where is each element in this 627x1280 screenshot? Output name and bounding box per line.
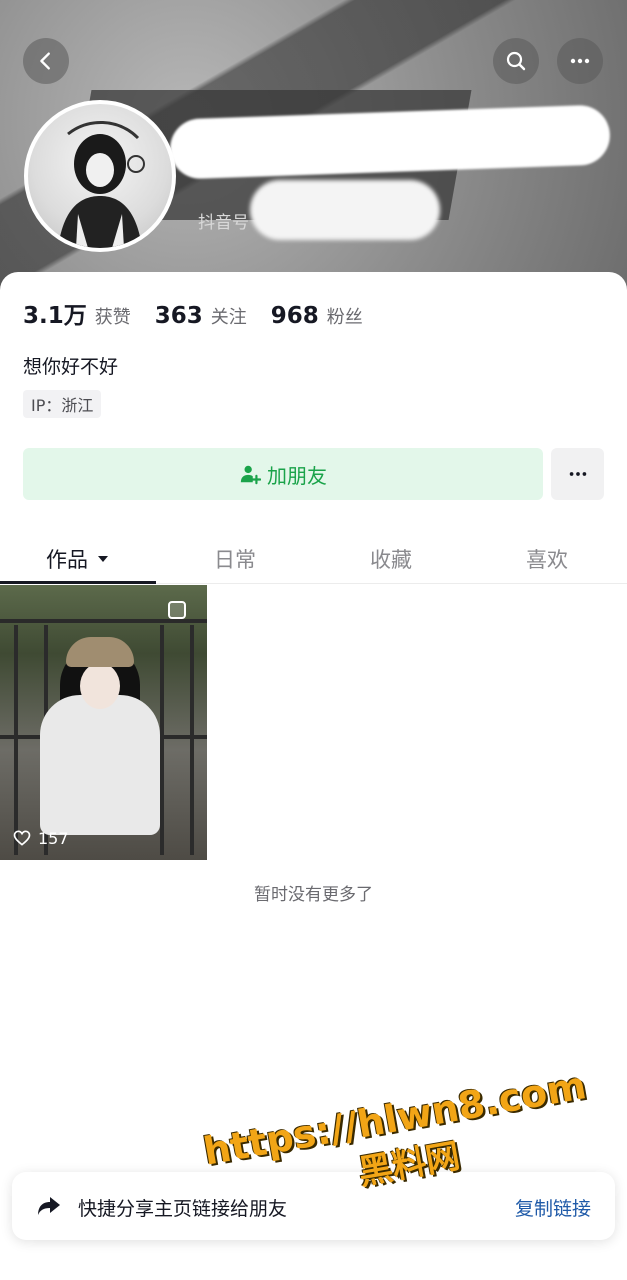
tab-likes[interactable]: 喜欢: [469, 534, 625, 584]
tab-daily[interactable]: 日常: [157, 534, 313, 584]
tab-daily-label: 日常: [214, 548, 256, 572]
share-arrow-icon: [36, 1194, 62, 1218]
tab-likes-label: 喜欢: [526, 548, 568, 572]
more-options-button[interactable]: [557, 38, 603, 84]
thumbnail-figure-face: [80, 663, 120, 709]
stat-likes-label: 获赞: [94, 307, 131, 328]
thumbnail-bar: [190, 625, 194, 855]
more-horizontal-icon: [570, 58, 590, 64]
thumbnail-figure-cap: [66, 637, 134, 667]
more-horizontal-icon: [569, 472, 586, 476]
douyin-id-label: 抖音号: [198, 213, 249, 233]
stats-row: 3.1万 获赞 363 关注 968 粉丝: [23, 296, 387, 330]
avatar-illustration-icon: [58, 121, 145, 248]
stat-following-value: 363: [154, 303, 203, 329]
ip-location-tag: IP：浙江: [23, 390, 102, 418]
stat-followers-value: 968: [270, 303, 319, 329]
thumbnail-rail: [0, 619, 207, 623]
stat-likes-value: 3.1万: [23, 303, 87, 329]
heart-icon: [13, 830, 31, 846]
back-button[interactable]: [23, 38, 69, 84]
tab-favorites[interactable]: 收藏: [313, 534, 469, 584]
tab-works[interactable]: 作品: [0, 534, 156, 584]
select-checkbox[interactable]: [168, 601, 186, 619]
add-friend-label: 加朋友: [267, 463, 327, 488]
profile-bio: 想你好不好: [23, 356, 119, 378]
active-tab-indicator: [0, 581, 156, 584]
stat-following-label: 关注: [210, 307, 247, 328]
video-like-count: 157: [12, 828, 69, 848]
stat-followers[interactable]: 968 粉丝: [271, 303, 363, 329]
add-friend-button[interactable]: 加朋友: [23, 448, 543, 500]
chevron-left-icon: [40, 52, 50, 70]
video-thumbnail[interactable]: 157: [0, 585, 207, 860]
tab-favorites-label: 收藏: [370, 548, 412, 572]
caret-down-icon: [98, 556, 108, 562]
stat-followers-label: 粉丝: [326, 307, 363, 328]
avatar[interactable]: [24, 100, 176, 252]
stat-following[interactable]: 363 关注: [155, 303, 247, 329]
stat-likes[interactable]: 3.1万 获赞: [23, 296, 131, 330]
more-actions-button[interactable]: [551, 448, 604, 500]
profile-header: 抖音号: [0, 0, 627, 300]
thumbnail-bar: [14, 625, 18, 855]
search-button[interactable]: [493, 38, 539, 84]
add-user-icon: [239, 463, 261, 485]
copy-link-button[interactable]: 复制链接: [515, 1194, 591, 1221]
tab-works-label: 作品: [46, 548, 88, 572]
no-more-content-text: 暂时没有更多了: [254, 885, 373, 905]
thumbnail-figure-body: [40, 695, 160, 835]
redacted-id: [250, 180, 440, 240]
content-tabs: 作品 日常 收藏 喜欢: [0, 534, 627, 584]
thumbnail-bar: [160, 625, 164, 855]
video-like-count-value: 157: [38, 828, 69, 848]
search-icon: [506, 51, 526, 71]
